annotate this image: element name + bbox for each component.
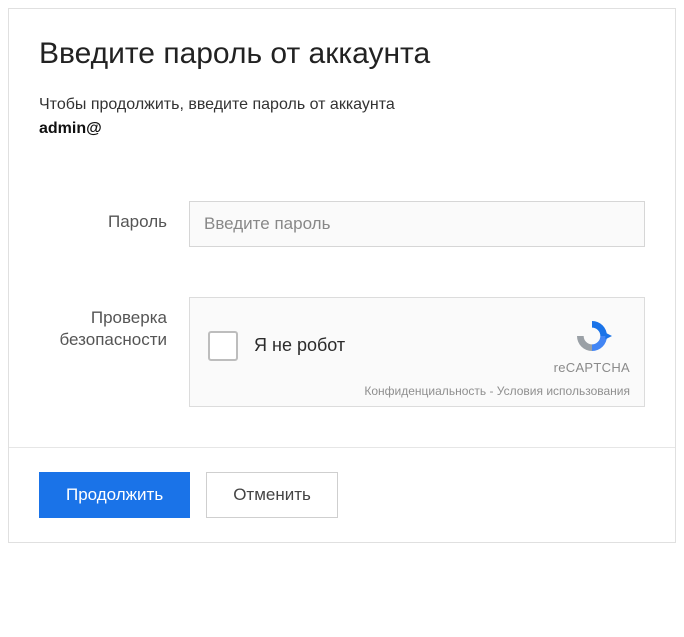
password-row: Пароль bbox=[39, 201, 645, 247]
account-name: admin@ bbox=[39, 120, 102, 137]
recaptcha-top: Я не робот reCAPTCHA bbox=[208, 316, 630, 375]
password-input[interactable] bbox=[189, 201, 645, 247]
security-label: Проверка безопасности bbox=[39, 297, 189, 351]
recaptcha-wrap: Я не робот reCAPTCHA bbox=[189, 297, 645, 407]
card-footer: Продолжить Отменить bbox=[9, 447, 675, 542]
password-card: Введите пароль от аккаунта Чтобы продолж… bbox=[8, 8, 676, 543]
recaptcha-checkbox-label: Я не робот bbox=[254, 335, 345, 356]
card-body: Введите пароль от аккаунта Чтобы продолж… bbox=[9, 9, 675, 447]
password-field-wrap bbox=[189, 201, 645, 247]
recaptcha-logo-icon bbox=[572, 316, 612, 356]
security-row: Проверка безопасности Я не робот bbox=[39, 297, 645, 407]
intro-line: Чтобы продолжить, введите пароль от акка… bbox=[39, 96, 395, 113]
recaptcha-left: Я не робот bbox=[208, 331, 345, 361]
continue-button[interactable]: Продолжить bbox=[39, 472, 190, 518]
intro-text: Чтобы продолжить, введите пароль от акка… bbox=[39, 93, 645, 141]
recaptcha-footer: Конфиденциальность - Условия использован… bbox=[208, 384, 630, 398]
recaptcha-separator: - bbox=[486, 384, 497, 398]
form: Пароль Проверка безопасности Я не робот bbox=[39, 201, 645, 407]
password-label: Пароль bbox=[39, 201, 189, 233]
recaptcha-terms-link[interactable]: Условия использования bbox=[497, 384, 630, 398]
recaptcha-privacy-link[interactable]: Конфиденциальность bbox=[364, 384, 486, 398]
recaptcha-widget: Я не робот reCAPTCHA bbox=[189, 297, 645, 407]
recaptcha-brand-text: reCAPTCHA bbox=[554, 360, 630, 375]
cancel-button[interactable]: Отменить bbox=[206, 472, 338, 518]
page-title: Введите пароль от аккаунта bbox=[39, 37, 645, 71]
recaptcha-checkbox[interactable] bbox=[208, 331, 238, 361]
recaptcha-branding: reCAPTCHA bbox=[554, 316, 630, 375]
